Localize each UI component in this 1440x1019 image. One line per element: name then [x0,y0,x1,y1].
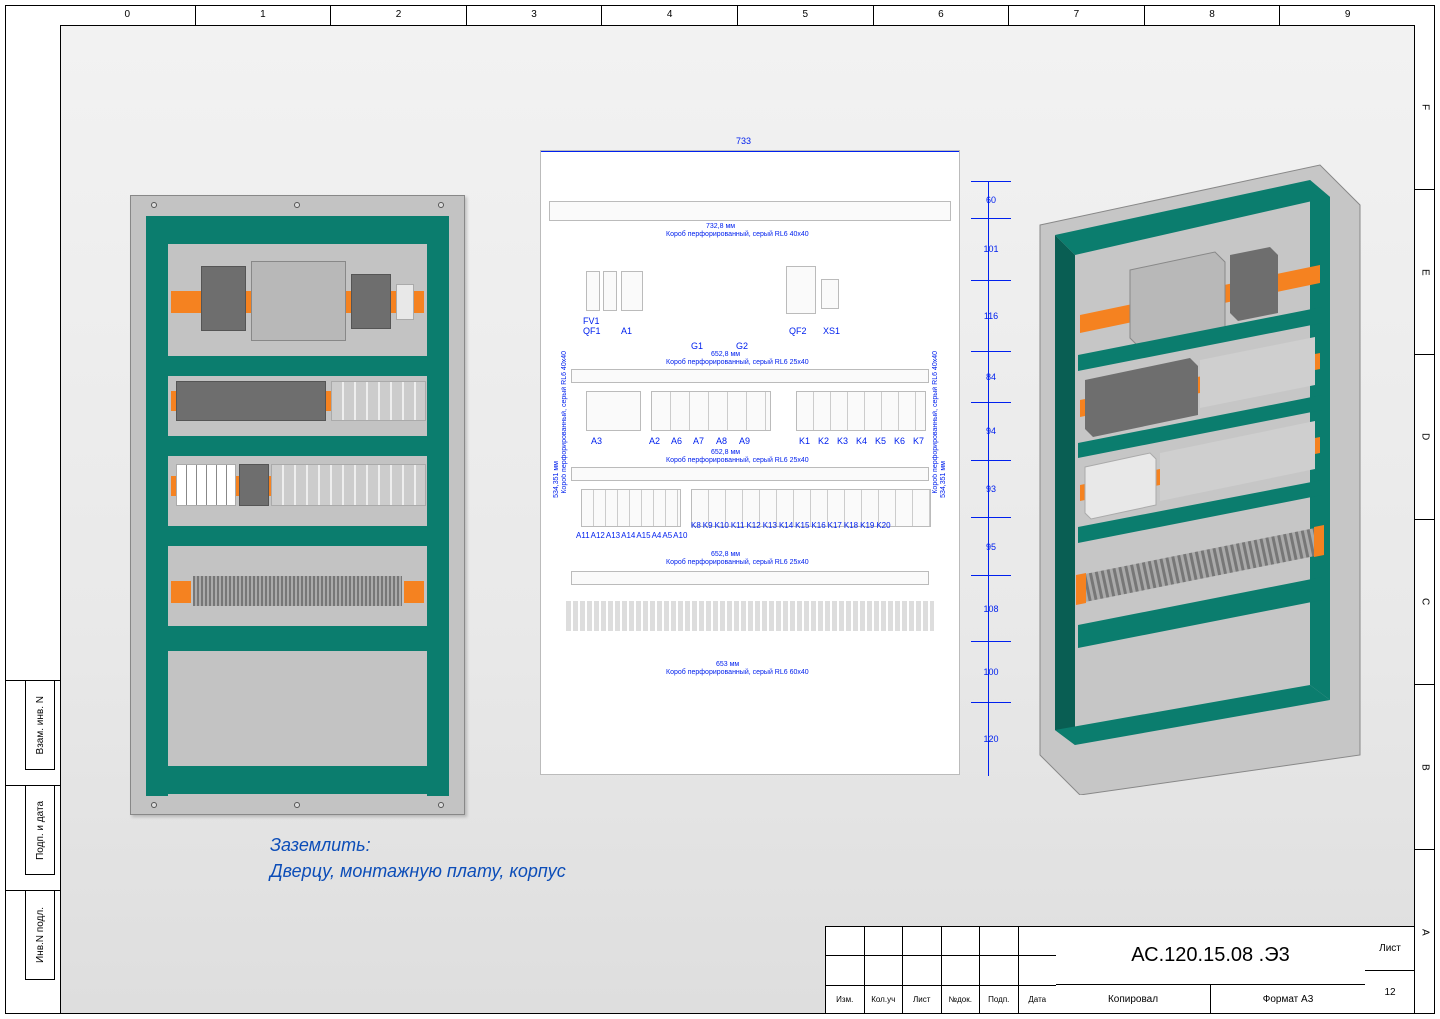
top-scale: 0 1 2 3 4 5 6 7 8 9 [60,5,1415,25]
left-label-3: Инв.N подл. [25,890,55,980]
inner-frame [60,25,1415,1014]
left-label-1: Взам. инв. N [25,680,55,770]
left-label-2: Подп. и дата [25,785,55,875]
right-scale: F E D C B A [1415,25,1435,1014]
